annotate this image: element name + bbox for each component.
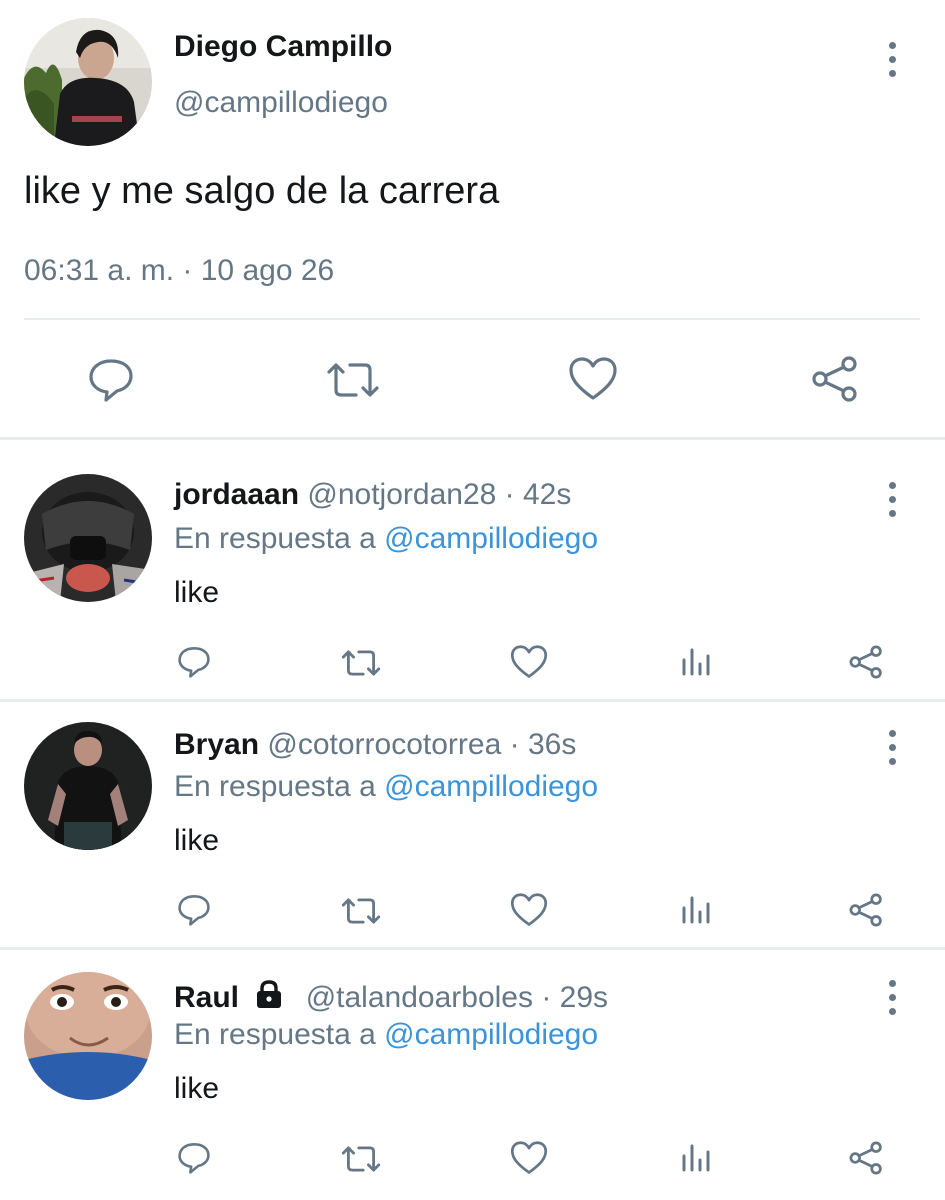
avatar[interactable]	[24, 18, 152, 146]
main-tweet: Diego Campillo @campillodiego like y me …	[0, 0, 945, 438]
reply-author-handle[interactable]: @notjordan28	[307, 478, 496, 511]
reply-text: like	[174, 576, 220, 609]
reply-to-label: En respuesta a	[174, 522, 376, 555]
divider	[0, 947, 945, 950]
analytics-icon[interactable]	[680, 646, 714, 678]
reply-icon[interactable]	[176, 892, 212, 928]
avatar[interactable]	[24, 722, 152, 850]
reply-icon[interactable]	[86, 356, 136, 404]
reply-text: like	[174, 824, 220, 857]
reply-context: En respuesta a @campillodiego	[174, 1018, 598, 1052]
reply-header: Bryan @cotorrocotorrea · 36s	[174, 728, 576, 762]
reply-time: · 36s	[509, 728, 577, 761]
more-options-icon[interactable]	[882, 40, 902, 80]
lock-icon	[253, 978, 285, 1010]
like-icon[interactable]	[510, 892, 548, 928]
reply-header: jordaaan @notjordan28 · 42s	[174, 478, 571, 512]
tweet-timestamp: 06:31 a. m. · 10 ago 26	[24, 254, 335, 287]
reply-text: like	[174, 1072, 220, 1105]
reply-author-name[interactable]: jordaaan	[174, 478, 299, 511]
avatar[interactable]	[24, 474, 152, 602]
tweet-text: like y me salgo de la carrera	[24, 170, 500, 212]
more-options-icon[interactable]	[882, 978, 902, 1018]
reply-mention-link[interactable]: @campillodiego	[384, 770, 598, 803]
reply-author-handle[interactable]: @talandoarboles	[306, 981, 533, 1014]
reply-icon[interactable]	[176, 1140, 212, 1176]
reply-tweet: Raul @talandoarboles · 29s En respuesta …	[0, 970, 945, 1200]
reply-to-label: En respuesta a	[174, 770, 376, 803]
reply-author-name[interactable]: Bryan	[174, 728, 259, 761]
author-handle[interactable]: @campillodiego	[174, 86, 388, 120]
retweet-icon[interactable]	[326, 360, 380, 400]
share-icon[interactable]	[848, 892, 884, 928]
more-options-icon[interactable]	[882, 480, 902, 520]
reply-context: En respuesta a @campillodiego	[174, 770, 598, 804]
reply-icon[interactable]	[176, 644, 212, 680]
retweet-icon[interactable]	[341, 1144, 381, 1174]
avatar[interactable]	[24, 972, 152, 1100]
author-name[interactable]: Diego Campillo	[174, 30, 392, 64]
like-icon[interactable]	[510, 644, 548, 680]
reply-mention-link[interactable]: @campillodiego	[384, 1018, 598, 1051]
more-options-icon[interactable]	[882, 728, 902, 768]
reply-mention-link[interactable]: @campillodiego	[384, 522, 598, 555]
reply-time: · 29s	[541, 981, 609, 1014]
analytics-icon[interactable]	[680, 894, 714, 926]
reply-time: · 42s	[504, 478, 572, 511]
divider	[0, 437, 945, 440]
reply-author-handle[interactable]: @cotorrocotorrea	[267, 728, 501, 761]
share-icon[interactable]	[848, 1140, 884, 1176]
divider	[24, 318, 920, 320]
reply-context: En respuesta a @campillodiego	[174, 522, 598, 556]
share-icon[interactable]	[848, 644, 884, 680]
like-icon[interactable]	[568, 356, 618, 402]
share-icon[interactable]	[810, 354, 860, 404]
reply-to-label: En respuesta a	[174, 1018, 376, 1051]
reply-header: Raul @talandoarboles · 29s	[174, 978, 608, 1015]
reply-tweet: jordaaan @notjordan28 · 42s En respuesta…	[0, 470, 945, 698]
analytics-icon[interactable]	[680, 1142, 714, 1174]
reply-tweet: Bryan @cotorrocotorrea · 36s En respuest…	[0, 720, 945, 948]
retweet-icon[interactable]	[341, 896, 381, 926]
like-icon[interactable]	[510, 1140, 548, 1176]
reply-author-name[interactable]: Raul	[174, 981, 239, 1014]
divider	[0, 699, 945, 702]
retweet-icon[interactable]	[341, 648, 381, 678]
